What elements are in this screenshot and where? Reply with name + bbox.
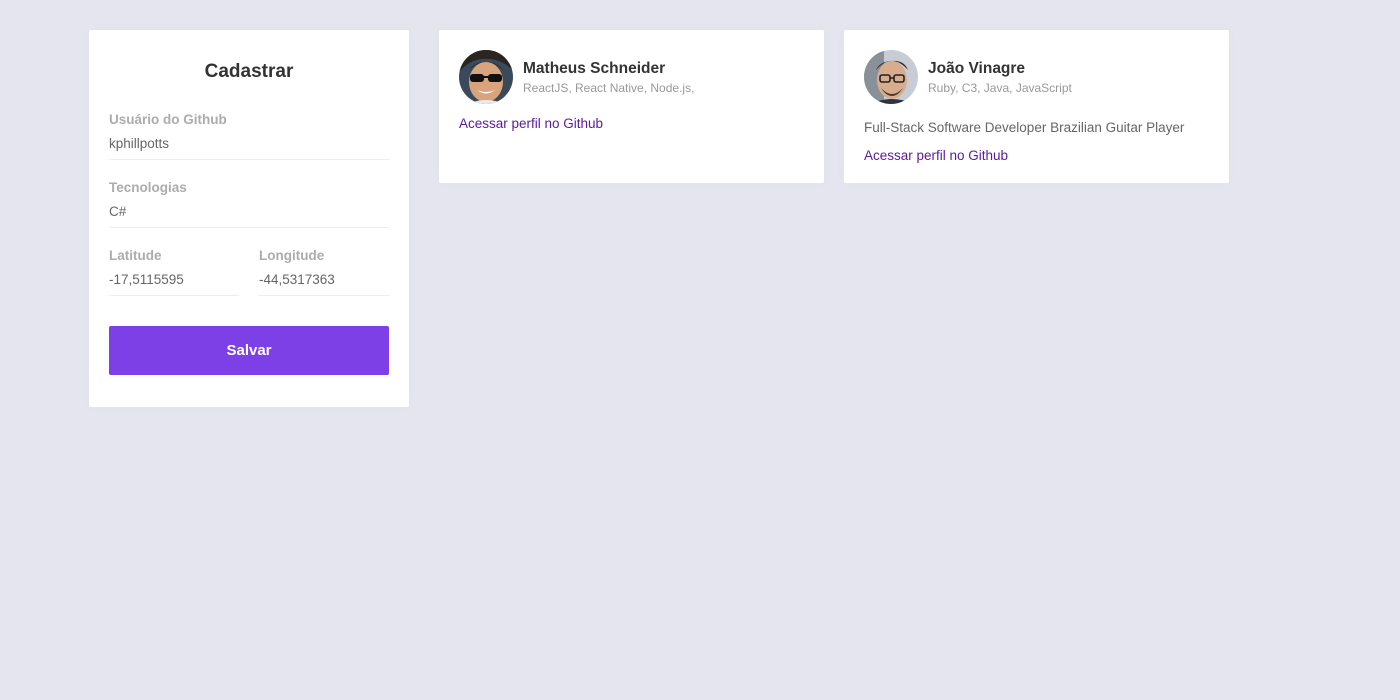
dev-info: João Vinagre Ruby, C3, Java, JavaScript xyxy=(928,59,1072,96)
latitude-field: Latitude xyxy=(109,248,239,296)
dev-header: João Vinagre Ruby, C3, Java, JavaScript xyxy=(864,50,1209,104)
longitude-input[interactable] xyxy=(259,264,389,296)
github-profile-link[interactable]: Acessar perfil no Github xyxy=(864,146,1008,166)
techs-input[interactable] xyxy=(109,196,389,228)
dev-card: Matheus Schneider ReactJS, React Native,… xyxy=(439,30,824,183)
dev-name: João Vinagre xyxy=(928,59,1026,77)
techs-field: Tecnologias xyxy=(109,180,389,228)
dev-header: Matheus Schneider ReactJS, React Native,… xyxy=(459,50,804,104)
dev-techs: ReactJS, React Native, Node.js, xyxy=(523,80,695,95)
dev-bio: Full-Stack Software Developer Brazilian … xyxy=(864,120,1185,135)
coordinates-row: Latitude Longitude xyxy=(109,248,389,296)
dev-info: Matheus Schneider ReactJS, React Native,… xyxy=(523,59,694,96)
longitude-field: Longitude xyxy=(259,248,389,296)
github-profile-link[interactable]: Acessar perfil no Github xyxy=(459,114,603,134)
app: Cadastrar Usuário do Github Tecnologias … xyxy=(0,0,1400,700)
latitude-input[interactable] xyxy=(109,264,239,296)
github-user-field: Usuário do Github xyxy=(109,112,389,160)
longitude-label: Longitude xyxy=(259,248,325,263)
save-button[interactable]: Salvar xyxy=(109,326,389,375)
avatar xyxy=(459,50,513,104)
dev-name: Matheus Schneider xyxy=(523,59,666,77)
github-user-input[interactable] xyxy=(109,128,389,160)
avatar xyxy=(864,50,918,104)
dev-card: João Vinagre Ruby, C3, Java, JavaScript … xyxy=(844,30,1229,183)
github-user-label: Usuário do Github xyxy=(109,112,227,127)
dev-techs: Ruby, C3, Java, JavaScript xyxy=(928,80,1072,95)
register-form-card: Cadastrar Usuário do Github Tecnologias … xyxy=(89,30,409,407)
form-title: Cadastrar xyxy=(204,61,294,82)
latitude-label: Latitude xyxy=(109,248,162,263)
techs-label: Tecnologias xyxy=(109,180,187,195)
